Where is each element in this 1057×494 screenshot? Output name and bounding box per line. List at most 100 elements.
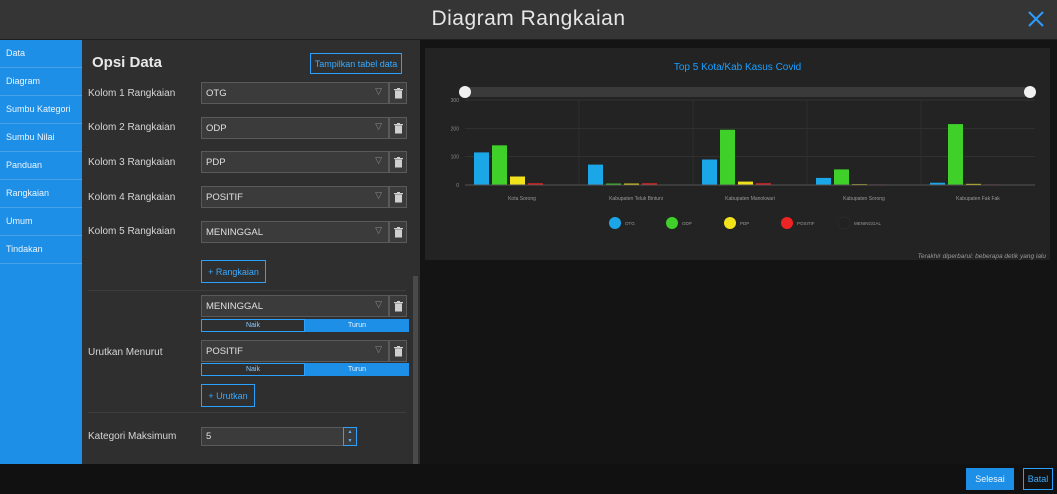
bar-odp xyxy=(720,129,735,185)
x-tick-label: Kabupaten Sorong xyxy=(843,196,885,202)
series-3-select[interactable]: PDP ▽ xyxy=(201,151,389,173)
cancel-button[interactable]: Batal xyxy=(1023,468,1053,490)
add-series-button[interactable]: + Rangkaian xyxy=(201,260,266,283)
series-1-value: OTG xyxy=(206,88,227,99)
bar-otg xyxy=(702,159,717,185)
zoom-handle-left[interactable] xyxy=(459,86,471,98)
panel-scrollbar[interactable] xyxy=(413,276,418,464)
legend-swatch xyxy=(781,217,793,229)
nav-item-category-axis[interactable]: Sumbu Kategori xyxy=(0,96,82,124)
max-category-label: Kategori Maksimum xyxy=(88,431,177,442)
trash-icon[interactable] xyxy=(389,186,407,208)
max-category-input[interactable]: 5 xyxy=(201,427,357,446)
last-updated-text: Terakhir diperbarui: beberapa detik yang… xyxy=(917,253,1046,260)
series-4-value: POSITIF xyxy=(206,192,243,203)
chart-title: Top 5 Kota/Kab Kasus Covid xyxy=(673,62,802,73)
sort-1-asc-option[interactable]: Naik xyxy=(201,319,305,332)
chevron-down-icon: ▽ xyxy=(375,86,382,96)
zoom-handle-right[interactable] xyxy=(1024,86,1036,98)
series-1-label: Kolom 1 Rangkaian xyxy=(88,88,176,99)
chevron-down-icon: ▽ xyxy=(375,121,382,131)
trash-icon[interactable] xyxy=(389,82,407,104)
nav-item-actions[interactable]: Tindakan xyxy=(0,236,82,264)
bar-chart: 0 100 200 300 Kota Sorong Kabupaten Teluk Bin… xyxy=(451,86,1036,230)
sort-2-desc-option[interactable]: Turun xyxy=(305,363,409,376)
chevron-down-icon: ▽ xyxy=(375,225,382,235)
sort-2-value: POSITIF xyxy=(206,346,243,357)
sort-1-value: MENINGGAL xyxy=(206,301,264,312)
bottom-bar: Selesai Batal xyxy=(0,464,1057,494)
series-1-select[interactable]: OTG ▽ xyxy=(201,82,389,104)
y-tick-label: 0 xyxy=(456,183,459,189)
chart-card: 0 100 200 300 Kota Sorong Kabupaten Teluk Bin… xyxy=(425,48,1050,260)
bar-odp xyxy=(948,124,963,185)
series-2-label: Kolom 2 Rangkaian xyxy=(88,122,176,133)
bar-otg xyxy=(588,164,603,185)
max-category-stepper[interactable]: ▲ ▼ xyxy=(343,427,357,446)
bar-odp xyxy=(492,145,507,185)
y-tick-label: 300 xyxy=(451,98,460,104)
nav-item-data[interactable]: Data xyxy=(0,40,82,68)
y-tick-label: 100 xyxy=(451,155,460,161)
settings-nav: Data Diagram Sumbu Kategori Sumbu Nilai … xyxy=(0,40,82,464)
divider xyxy=(88,412,406,413)
x-tick-label: Kabupaten Teluk Bintuni xyxy=(609,196,663,202)
add-sort-button[interactable]: + Urutkan xyxy=(201,384,255,407)
legend-swatch xyxy=(666,217,678,229)
stepper-up-icon[interactable]: ▲ xyxy=(344,428,356,437)
sort-label: Urutkan Menurut xyxy=(88,347,163,358)
trash-icon[interactable] xyxy=(389,340,407,362)
divider xyxy=(88,290,406,291)
trash-icon[interactable] xyxy=(389,117,407,139)
x-tick-label: Kota Sorong xyxy=(508,196,536,202)
bar-odp xyxy=(834,169,849,185)
window-title: Diagram Rangkaian xyxy=(431,7,626,30)
series-3-value: PDP xyxy=(206,157,226,168)
panel-title: Opsi Data xyxy=(92,54,163,71)
series-4-select[interactable]: POSITIF ▽ xyxy=(201,186,389,208)
sort-1-desc-option[interactable]: Turun xyxy=(305,319,409,332)
series-5-label: Kolom 5 Rangkaian xyxy=(88,226,176,237)
y-tick-label: 200 xyxy=(451,126,460,132)
chevron-down-icon: ▽ xyxy=(375,299,382,309)
legend-swatch xyxy=(724,217,736,229)
close-icon[interactable] xyxy=(1025,8,1047,30)
legend-label: ODP xyxy=(682,221,692,226)
nav-item-guide[interactable]: Panduan xyxy=(0,152,82,180)
chevron-down-icon: ▽ xyxy=(375,155,382,165)
chart-editor-window: Diagram Rangkaian Data Diagram Sumbu Kat… xyxy=(0,0,1057,494)
legend-swatch xyxy=(837,216,851,230)
trash-icon[interactable] xyxy=(389,295,407,317)
sort-2-asc-option[interactable]: Naik xyxy=(201,363,305,376)
x-tick-label: Kabupaten Manokwari xyxy=(725,196,775,202)
legend-swatch xyxy=(609,217,621,229)
show-data-table-button[interactable]: Tampilkan tabel data xyxy=(310,53,402,74)
series-5-value: MENINGGAL xyxy=(206,227,264,238)
sort-2-direction-toggle: Naik Turun xyxy=(201,363,409,376)
nav-item-series[interactable]: Rangkaian xyxy=(0,180,82,208)
legend-label: POSITIF xyxy=(797,221,815,226)
data-options-panel: Opsi Data Tampilkan tabel data Kolom 1 R… xyxy=(82,40,420,464)
nav-item-diagram[interactable]: Diagram xyxy=(0,68,82,96)
bar-otg xyxy=(816,177,831,185)
nav-item-general[interactable]: Umum xyxy=(0,208,82,236)
series-2-select[interactable]: ODP ▽ xyxy=(201,117,389,139)
trash-icon[interactable] xyxy=(389,151,407,173)
done-button[interactable]: Selesai xyxy=(966,468,1014,490)
chart-preview-area: 0 100 200 300 Kota Sorong Kabupaten Teluk Bin… xyxy=(420,40,1057,464)
nav-item-value-axis[interactable]: Sumbu Nilai xyxy=(0,124,82,152)
trash-icon[interactable] xyxy=(389,221,407,243)
sort-1-direction-toggle: Naik Turun xyxy=(201,319,409,332)
legend-label: OTG xyxy=(625,221,635,226)
sort-2-select[interactable]: POSITIF ▽ xyxy=(201,340,389,362)
sort-1-select[interactable]: MENINGGAL ▽ xyxy=(201,295,389,317)
bar-otg xyxy=(474,152,489,185)
chevron-down-icon: ▽ xyxy=(375,344,382,354)
series-2-value: ODP xyxy=(206,123,227,134)
title-bar: Diagram Rangkaian xyxy=(0,0,1057,40)
legend-label: MENINGGAL xyxy=(854,221,882,226)
bar-pdp xyxy=(738,181,753,185)
series-5-select[interactable]: MENINGGAL ▽ xyxy=(201,221,389,243)
stepper-down-icon[interactable]: ▼ xyxy=(344,437,356,446)
series-3-label: Kolom 3 Rangkaian xyxy=(88,157,176,168)
